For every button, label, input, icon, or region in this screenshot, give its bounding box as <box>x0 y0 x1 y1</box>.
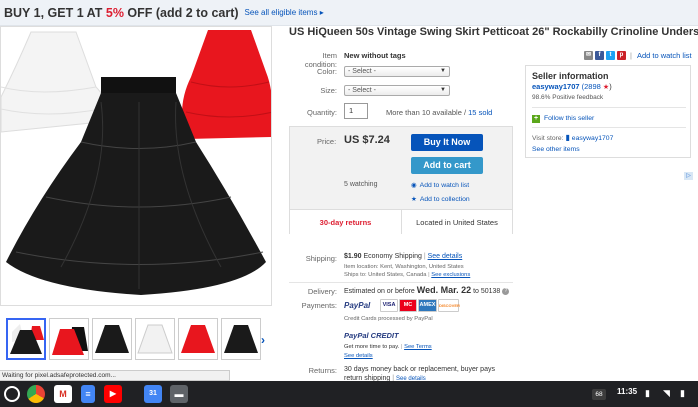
seller-positive-feedback: 98.6% Positive feedback <box>532 94 604 101</box>
files-icon[interactable]: ▬ <box>170 385 188 403</box>
store-icon: ▮ <box>565 133 570 142</box>
seller-info-box: Seller information easyway1707 (2898 ★) … <box>525 65 691 158</box>
chrome-icon[interactable] <box>27 385 45 403</box>
clock[interactable]: 11:35 <box>617 387 637 396</box>
divider <box>289 282 513 283</box>
wifi-icon[interactable]: ◥ <box>663 388 670 399</box>
thumbnail-strip <box>6 318 266 362</box>
thumbnail-4[interactable] <box>135 318 175 360</box>
eye-icon: ◉ <box>411 182 417 189</box>
notification-count-badge[interactable]: 68 <box>592 389 606 400</box>
add-to-cart-button[interactable]: Add to cart <box>411 157 483 174</box>
visit-store-row: Visit store: ▮ easyway1707 <box>532 133 614 142</box>
discover-card-icon: DISCOVER <box>438 299 460 312</box>
main-product-image[interactable] <box>0 26 272 306</box>
ships-to-line: Ships to: United States, Canada | See ex… <box>344 272 471 278</box>
follow-seller-link[interactable]: + Follow this seller <box>532 115 594 123</box>
size-label: Size: <box>320 86 337 95</box>
quantity-input[interactable]: 1 <box>344 103 368 119</box>
promo-banner[interactable]: BUY 1, GET 1 AT 5% OFF (add 2 to cart) S… <box>0 0 698 26</box>
paypal-credit-logo: PayPal CREDIT <box>344 331 399 340</box>
gmail-icon[interactable]: M <box>54 385 72 403</box>
browser-status-bar: Waiting for pixel.adsafeprotected.com... <box>0 370 230 381</box>
credit-processed-note: Credit Cards processed by PayPal <box>344 316 433 322</box>
availability-text: More than 10 available / 15 sold <box>386 108 493 117</box>
thumbnail-2[interactable] <box>49 318 89 360</box>
amex-card-icon: AMEX <box>418 299 437 312</box>
visa-card-icon: VISA <box>380 299 398 312</box>
seller-feedback-score[interactable]: (2898 <box>582 82 601 91</box>
returns-label: Returns: <box>308 366 337 375</box>
quantity-label: Quantity: <box>306 108 337 117</box>
thumbnail-6[interactable] <box>221 318 261 360</box>
see-eligible-items-link[interactable]: See all eligible items ▸ <box>245 8 324 17</box>
os-taskbar: M ≡ ▶ 31 ▬ 68 11:35 ▮ ◥ ▮ <box>0 381 698 407</box>
pinterest-icon[interactable]: p <box>617 51 626 60</box>
twitter-icon[interactable]: t <box>606 51 615 60</box>
star-icon: ★ <box>411 196 417 203</box>
payments-label: Payments: <box>301 301 337 310</box>
returns-text: 30 days money back or replacement, buyer… <box>344 366 495 373</box>
chevron-right-icon[interactable]: › <box>261 333 265 347</box>
divider <box>532 127 686 128</box>
shipping-line: $1.90 Economy Shipping | See details <box>344 253 463 260</box>
share-row: ✉ f t p | Add to watch list <box>584 51 692 60</box>
thumbnail-3[interactable] <box>92 318 132 360</box>
add-to-watchlist-link-top[interactable]: Add to watch list <box>637 51 692 60</box>
watching-count: 5 watching <box>344 181 378 188</box>
shipping-see-details-link[interactable]: See details <box>428 253 463 260</box>
add-to-collection-link[interactable]: ★ Add to collection <box>411 195 470 203</box>
add-to-watchlist-link[interactable]: ◉ Add to watch list <box>411 181 469 189</box>
color-label: Color: <box>316 67 337 76</box>
seller-name: easyway1707 (2898 ★) <box>532 82 612 91</box>
mastercard-icon: MC <box>399 299 417 312</box>
returns-badge: 30-day returns <box>290 210 402 234</box>
sold-link[interactable]: 15 sold <box>468 108 492 117</box>
shipping-label: Shipping: <box>305 254 337 263</box>
see-other-items-link[interactable]: See other items <box>532 146 580 153</box>
facebook-icon[interactable]: f <box>595 51 604 60</box>
ebay-listing-page: BUY 1, GET 1 AT 5% OFF (add 2 to cart) S… <box>0 0 698 407</box>
price-box-footer: 30-day returns Located in United States <box>290 209 512 234</box>
see-terms-link[interactable]: See Terms <box>404 344 432 350</box>
thumbnail-5[interactable] <box>178 318 218 360</box>
store-link[interactable]: easyway1707 <box>572 135 614 142</box>
item-location: Located in United States <box>416 218 498 227</box>
calendar-icon[interactable]: 31 <box>144 385 162 403</box>
delivery-estimate: Estimated on or before Wed. Mar. 22 to 5… <box>344 285 510 295</box>
petticoat-image <box>1 30 271 295</box>
share-separator: | <box>630 51 632 60</box>
adchoices-icon[interactable]: ▷ <box>684 172 693 180</box>
condition-value: New without tags <box>344 51 406 60</box>
info-icon[interactable]: ? <box>502 287 510 295</box>
caret-down-icon: ▼ <box>440 68 446 74</box>
payments-see-details-link[interactable]: See details <box>344 353 373 359</box>
paypal-logo: PayPal <box>344 301 371 310</box>
launcher-icon[interactable] <box>4 386 20 402</box>
price-value: US $7.24 <box>344 134 390 146</box>
youtube-icon[interactable]: ▶ <box>104 385 122 403</box>
email-icon[interactable]: ✉ <box>584 51 593 60</box>
buy-it-now-button[interactable]: Buy It Now <box>411 134 483 151</box>
caret-down-icon: ▼ <box>440 87 446 93</box>
seller-username-link[interactable]: easyway1707 <box>532 82 580 91</box>
see-exclusions-link[interactable]: See exclusions <box>431 272 470 278</box>
item-location-line: Item location: Kent, Washington, United … <box>344 264 464 270</box>
docs-icon[interactable]: ≡ <box>81 385 95 403</box>
mobile-data-icon[interactable]: ▮ <box>645 388 650 399</box>
paypal-credit-line: Get more time to pay. | See Terms <box>344 344 432 350</box>
thumbnail-1[interactable] <box>6 318 46 360</box>
delivery-label: Delivery: <box>307 287 337 296</box>
size-select[interactable]: - Select - ▼ <box>344 85 450 96</box>
seller-heading: Seller information <box>532 71 609 81</box>
price-box: Price: US $7.24 Buy It Now Add to cart 5… <box>289 126 513 234</box>
product-title: US HiQueen 50s Vintage Swing Skirt Petti… <box>289 26 698 38</box>
price-label: Price: <box>317 137 337 146</box>
promo-text: BUY 1, GET 1 AT 5% OFF (add 2 to cart) <box>4 5 239 20</box>
divider <box>532 107 686 108</box>
plus-icon: + <box>532 115 540 123</box>
battery-icon[interactable]: ▮ <box>680 388 685 399</box>
color-select[interactable]: - Select - ▼ <box>344 66 450 77</box>
